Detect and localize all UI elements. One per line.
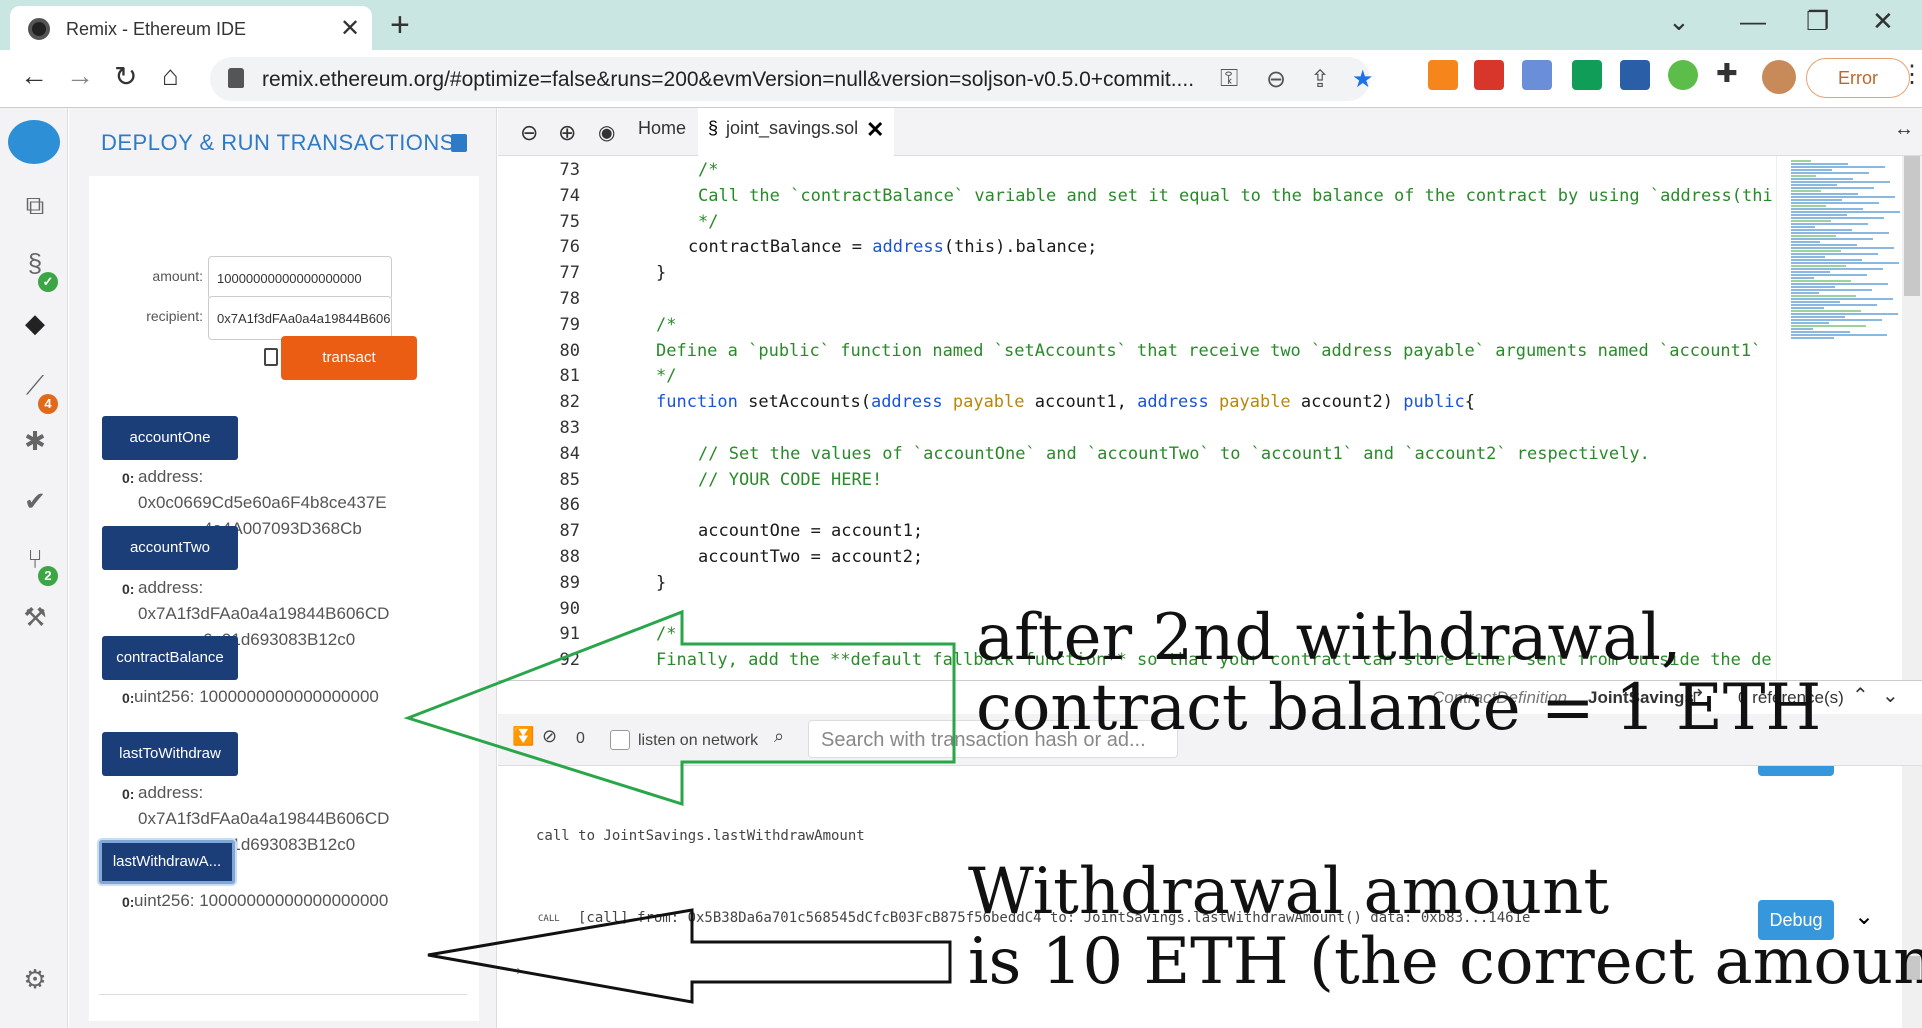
annotation-bottom-line2: is 10 ETH (the correct amount) [968,925,1922,999]
annotation-top-line1: after 2nd withdrawal, [976,601,1682,675]
black-arrow [427,908,952,1004]
annotation-bottom-line1: Withdrawal amount [968,855,1610,929]
annotation-top-line2: contract balance = 1 ETH [976,671,1822,745]
annotation-arrows [403,609,956,1004]
green-arrow [403,609,956,807]
